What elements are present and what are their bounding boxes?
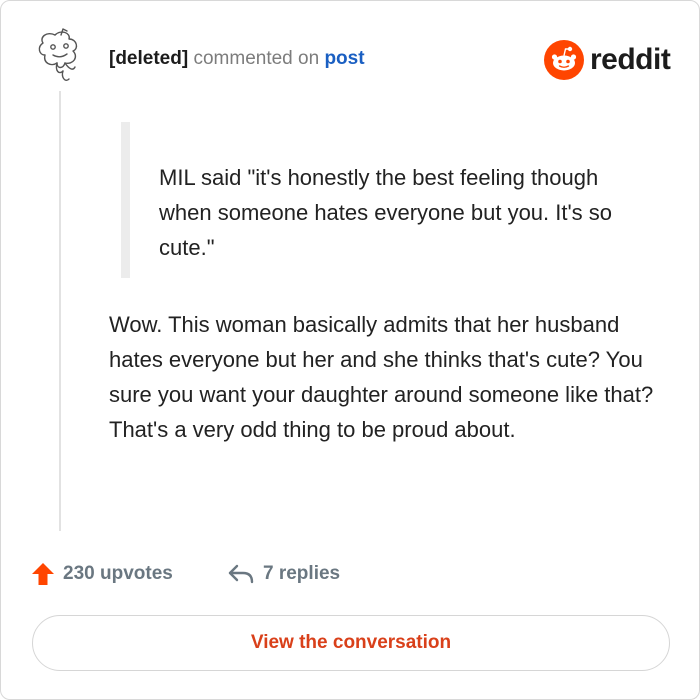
upvote-button[interactable]: 230 upvotes [31, 559, 173, 589]
reddit-logo-icon [544, 40, 584, 80]
post-link[interactable]: post [324, 48, 364, 69]
quoted-text: MIL said "it's honestly the best feeling… [159, 165, 613, 260]
reply-arrow-icon [228, 564, 254, 584]
reddit-brand[interactable]: reddit [544, 39, 671, 81]
comment-body: Wow. This woman basically admits that he… [109, 312, 654, 442]
replies-count: 7 replies [263, 563, 341, 584]
comment-card: [deleted] commented on post reddit MIL s… [0, 0, 700, 700]
view-conversation-button[interactable]: View the conversation [32, 615, 670, 671]
upvote-arrow-icon [32, 563, 54, 585]
author-name[interactable]: [deleted] [109, 48, 188, 69]
thread-line [59, 91, 61, 531]
upvote-count: 230 upvotes [63, 563, 173, 584]
quote-bar [121, 122, 130, 278]
reddit-wordmark: reddit [590, 43, 671, 76]
commented-on-label: commented on [193, 48, 320, 69]
comment-header: [deleted] commented on post [109, 48, 365, 70]
replies-button[interactable]: 7 replies [227, 559, 340, 589]
deleted-user-avatar-icon [38, 28, 78, 81]
